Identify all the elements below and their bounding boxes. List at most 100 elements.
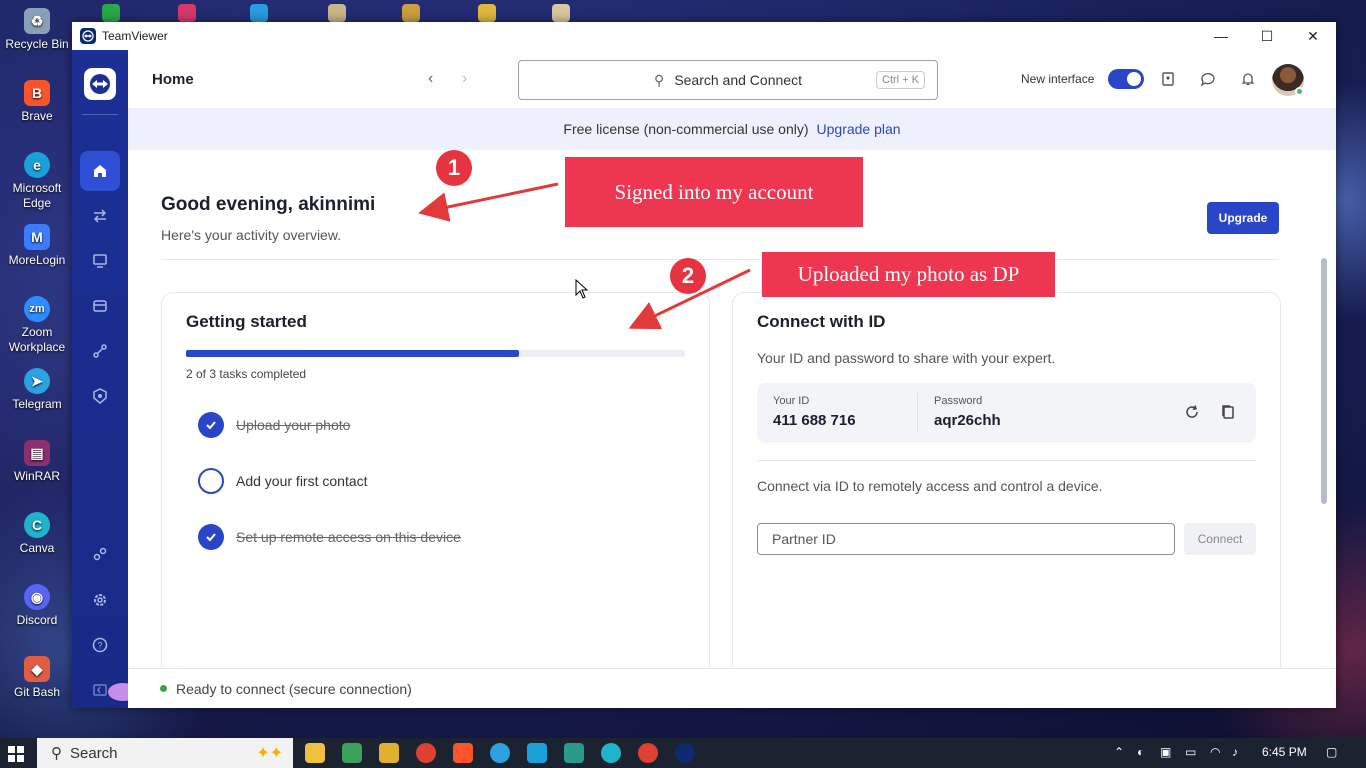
sidebar-item-help[interactable]: ? bbox=[80, 625, 120, 665]
volume-icon[interactable]: ♪ bbox=[1232, 745, 1238, 759]
taskbar-search[interactable]: ⚲ Search ✦✦ bbox=[37, 738, 293, 768]
chrome-icon[interactable] bbox=[416, 743, 436, 763]
teamviewer-logo-icon[interactable] bbox=[84, 68, 116, 100]
notifications-icon[interactable]: ▢ bbox=[1326, 745, 1337, 759]
desktop-icon-label: Brave bbox=[21, 109, 53, 123]
desktop-icon-partial[interactable] bbox=[478, 4, 496, 22]
canva-icon[interactable] bbox=[601, 743, 621, 763]
desktop-icon-morelogin[interactable]: M MoreLogin bbox=[2, 224, 72, 268]
task-upload-photo[interactable]: Upload your photo bbox=[198, 412, 350, 438]
checkmark-icon bbox=[198, 412, 224, 438]
brave-icon[interactable] bbox=[453, 743, 473, 763]
recycle-bin-icon: ♻ bbox=[24, 8, 50, 34]
devices-icon bbox=[93, 300, 107, 312]
task-add-contact[interactable]: Add your first contact bbox=[198, 468, 368, 494]
status-dot-icon bbox=[160, 685, 167, 692]
desktop-icon-partial[interactable] bbox=[102, 4, 120, 22]
sidebar-item-settings[interactable] bbox=[80, 580, 120, 620]
copy-icon[interactable] bbox=[1217, 401, 1239, 423]
new-interface-toggle[interactable] bbox=[1108, 69, 1144, 89]
desktop-icon-edge[interactable]: e Microsoft Edge bbox=[2, 152, 72, 211]
desktop-icon-label: Telegram bbox=[12, 397, 62, 411]
taskbar-app-icon[interactable] bbox=[342, 743, 362, 763]
desktop-icon-git-bash[interactable]: ◆ Git Bash bbox=[2, 656, 72, 700]
sparkle-icon: ✦✦ bbox=[256, 745, 283, 762]
sidebar-divider bbox=[82, 114, 118, 115]
getting-started-title: Getting started bbox=[186, 312, 307, 331]
minimize-button[interactable]: — bbox=[1198, 22, 1244, 50]
connect-title: Connect with ID bbox=[757, 312, 886, 331]
task-remote-access[interactable]: Set up remote access on this device bbox=[198, 524, 461, 550]
desktop-icon-label: WinRAR bbox=[13, 469, 60, 483]
connect-button[interactable]: Connect bbox=[1184, 523, 1256, 555]
scrollbar[interactable] bbox=[1321, 258, 1327, 504]
desktop-icon-canva[interactable]: C Canva bbox=[2, 512, 72, 556]
desktop-icon-telegram[interactable]: ➤ Telegram bbox=[2, 368, 72, 412]
getting-started-progress bbox=[186, 350, 685, 357]
morelogin-icon: M bbox=[24, 224, 50, 250]
desktop-icon-label: Discord bbox=[16, 613, 58, 627]
battery-icon[interactable]: ▭ bbox=[1185, 745, 1196, 759]
sidebar-item-devices[interactable] bbox=[80, 286, 120, 326]
desktop-icon-zoom[interactable]: zm Zoom Workplace bbox=[2, 296, 72, 355]
desktop-icon-partial[interactable] bbox=[402, 4, 420, 22]
remote-desktop-icon bbox=[93, 254, 107, 268]
clock-time[interactable]: 6:45 PM bbox=[1262, 745, 1307, 759]
discord-icon: ◉ bbox=[24, 584, 50, 610]
desktop-icon-brave[interactable]: B Brave bbox=[2, 80, 72, 124]
desktop-icon-winrar[interactable]: ▤ WinRAR bbox=[2, 440, 72, 484]
desktop-icon-partial[interactable] bbox=[178, 4, 196, 22]
upgrade-plan-link[interactable]: Upgrade plan bbox=[817, 121, 901, 137]
chrome-icon[interactable] bbox=[638, 743, 658, 763]
transfer-icon bbox=[93, 209, 107, 223]
desktop-icon-label: Zoom Workplace bbox=[8, 325, 66, 354]
tray-camera-icon[interactable]: ▣ bbox=[1160, 745, 1171, 759]
close-button[interactable]: ✕ bbox=[1290, 22, 1336, 50]
workflow-icon bbox=[93, 344, 107, 358]
back-arrow-icon[interactable]: ‹ bbox=[428, 70, 433, 88]
forward-arrow-icon[interactable]: › bbox=[462, 70, 467, 88]
file-explorer-icon[interactable] bbox=[305, 743, 325, 763]
vscode-icon[interactable] bbox=[564, 743, 584, 763]
sidebar-item-home[interactable] bbox=[80, 151, 120, 191]
sidebar-item-transfer[interactable] bbox=[80, 196, 120, 236]
new-interface-label: New interface bbox=[1021, 72, 1095, 86]
taskbar-app-icon[interactable] bbox=[527, 743, 547, 763]
status-bar: Ready to connect (secure connection) bbox=[128, 668, 1336, 708]
sidebar-item-integrations[interactable] bbox=[80, 534, 120, 574]
password-label: Password bbox=[934, 395, 983, 407]
contacts-book-icon[interactable] bbox=[1158, 69, 1178, 89]
refresh-icon[interactable] bbox=[1181, 401, 1203, 423]
getting-started-card: Getting started 2 of 3 tasks completed U… bbox=[161, 292, 710, 668]
sidebar-item-workflow[interactable] bbox=[80, 331, 120, 371]
wifi-icon[interactable]: ◠ bbox=[1210, 745, 1220, 759]
connect-via-text: Connect via ID to remotely access and co… bbox=[757, 478, 1103, 494]
maximize-button[interactable]: ☐ bbox=[1244, 22, 1290, 50]
progress-fill bbox=[186, 350, 519, 357]
sidebar-item-security[interactable] bbox=[80, 376, 120, 416]
tray-chevron-icon[interactable]: ⌃ bbox=[1114, 745, 1124, 759]
desktop-icon-discord[interactable]: ◉ Discord bbox=[2, 584, 72, 628]
svg-text:?: ? bbox=[97, 641, 102, 651]
annotation-number-2: 2 bbox=[670, 258, 706, 294]
brave-icon: B bbox=[24, 80, 50, 106]
teamviewer-taskbar-icon[interactable] bbox=[675, 743, 695, 763]
taskbar-app-icon[interactable] bbox=[379, 743, 399, 763]
sidebar-item-remote-desktop[interactable] bbox=[80, 241, 120, 281]
chat-icon[interactable] bbox=[1198, 69, 1218, 89]
notifications-bell-icon[interactable] bbox=[1238, 69, 1258, 89]
desktop-icon-partial[interactable] bbox=[552, 4, 570, 22]
windows-start-icon[interactable] bbox=[8, 746, 24, 762]
sidebar: ? bbox=[72, 50, 138, 708]
connect-subtitle: Your ID and password to share with your … bbox=[757, 350, 1056, 366]
status-text: Ready to connect (secure connection) bbox=[176, 680, 412, 697]
tray-teamviewer-icon[interactable]: ◐ bbox=[1137, 745, 1144, 759]
upgrade-button[interactable]: Upgrade bbox=[1207, 202, 1279, 234]
search-input[interactable]: ⚲ Search and Connect Ctrl + K bbox=[518, 60, 938, 100]
title-bar[interactable]: TeamViewer — ☐ ✕ bbox=[72, 22, 1336, 50]
desktop-icon-recycle-bin[interactable]: ♻ Recycle Bin bbox=[2, 8, 72, 52]
desktop-icon-partial[interactable] bbox=[250, 4, 268, 22]
telegram-icon[interactable] bbox=[490, 743, 510, 763]
desktop-icon-partial[interactable] bbox=[328, 4, 346, 22]
partner-id-input[interactable] bbox=[757, 523, 1175, 555]
